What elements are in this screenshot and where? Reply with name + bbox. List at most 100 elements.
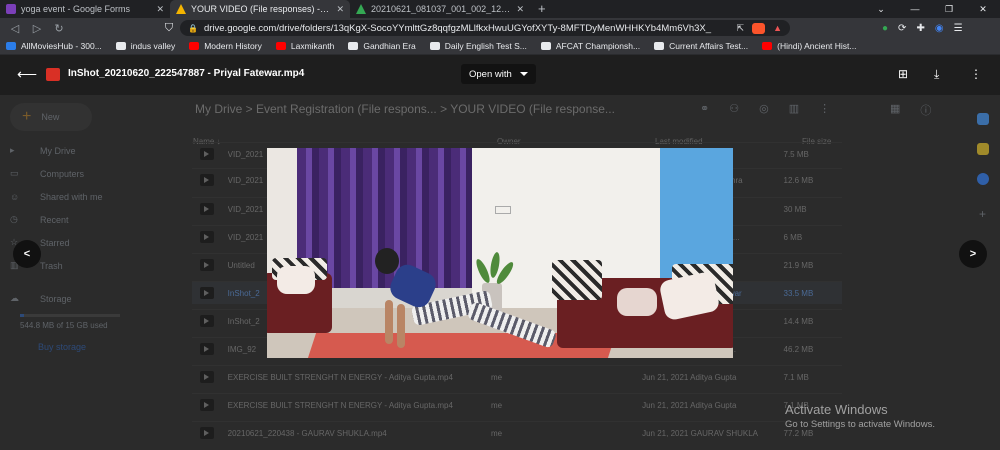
activate-windows-watermark: Activate Windows Go to Settings to activ… [785,402,935,430]
table-row[interactable]: 20210621_220438 - GAURAV SHUKLA.mp4 me Jun… [192,421,842,444]
new-button[interactable]: + New [10,103,92,131]
sidebar-item-my-drive[interactable]: ▸ My Drive [0,139,185,162]
grammarly-icon[interactable]: ● [882,23,888,34]
buy-storage-link[interactable]: Buy storage [38,342,185,352]
view-actions: ▦ ⓘ [890,102,931,118]
bookmark-icon [6,42,16,50]
rewards-icon[interactable]: ▲ [773,23,782,33]
video-file-icon [200,259,214,271]
bookmarks-bar: AllMoviesHub - 300... indus valley Moder… [0,38,1000,55]
add-person-icon[interactable]: ⚇ [729,102,739,115]
trash-icon[interactable]: ▥ [789,102,799,115]
bookmark-item[interactable]: Current Affairs Test... [654,41,748,51]
tab-search-icon[interactable]: ⌄ [864,4,898,15]
lock-icon: 🔒 [188,23,198,33]
tab-strip: yoga event - Google Forms ✕ YOUR VIDEO (… [0,0,1000,18]
sidebar-item-recent[interactable]: ◷ Recent [0,208,185,231]
tasks-icon[interactable] [976,173,989,185]
storage-bar [20,314,120,317]
open-with-button[interactable]: Open with [461,64,536,84]
browser-toolbar: ◁ ▷ ↻ ⛉ 🔒 drive.google.com/drive/folders… [0,18,1000,38]
bookmark-item[interactable]: indus valley [115,41,175,51]
youtube-icon [189,42,200,50]
bookmark-item[interactable]: Laxmikanth [275,41,334,51]
video-file-icon [200,148,214,160]
new-tab-button[interactable]: + [530,0,554,18]
close-window-icon[interactable]: ✕ [966,4,1000,15]
window-controls: ⌄ — ❐ ✕ [864,0,1000,18]
back-icon[interactable]: ◁ [4,22,26,35]
tab-your-video[interactable]: YOUR VIDEO (File responses) - Go ✕ [170,0,350,18]
forward-icon[interactable]: ▷ [26,22,48,35]
extensions-icon[interactable]: ✚ [916,23,924,34]
bookmark-item[interactable]: Modern History [189,41,262,51]
link-icon[interactable]: ⚭ [700,102,709,115]
profile-icon[interactable]: ◉ [935,23,944,34]
youtube-icon [762,42,773,50]
menu-icon[interactable]: ☰ [954,23,963,34]
tab-title: YOUR VIDEO (File responses) - Go [191,4,331,14]
bookmark-item[interactable]: AFCAT Championsh... [540,41,640,51]
chevron-down-icon [519,72,528,76]
sidebar-item-shared[interactable]: ☺ Shared with me [0,185,185,208]
info-icon[interactable]: ⓘ [920,102,931,118]
video-file-icon [200,427,214,439]
tab-title: yoga event - Google Forms [21,4,131,14]
video-file-icon [200,287,214,299]
tab-video-file[interactable]: 20210621_081037_001_002_1280x720 ✕ [350,0,530,18]
bookmark-star-icon[interactable]: ⛉ [158,22,180,35]
sidebar-item-computers[interactable]: ▭ Computers [0,162,185,185]
video-player[interactable] [267,148,733,358]
download-icon[interactable]: ⤓ [934,67,939,82]
minimize-icon[interactable]: — [898,4,932,14]
reload-icon[interactable]: ↻ [48,22,70,35]
address-bar[interactable]: 🔒 drive.google.com/drive/folders/13qKgX-… [180,20,790,36]
side-panel-rail: + [965,95,1000,221]
people-icon: ☺ [10,191,20,202]
bookmark-icon [654,42,665,50]
bookmark-item[interactable]: AllMoviesHub - 300... [6,41,102,51]
screen: yoga event - Google Forms ✕ YOUR VIDEO (… [0,0,1000,450]
bookmark-item[interactable]: Gandhian Era [348,41,416,51]
url-text: drive.google.com/drive/folders/13qKgX-So… [203,22,712,34]
extensions-area: ● ⟳ ✚ ◉ ☰ [882,21,963,35]
grid-view-icon[interactable]: ▦ [890,102,900,118]
sync-icon[interactable]: ⟳ [898,23,906,34]
breadcrumb[interactable]: My Drive > Event Registration (File resp… [195,102,615,116]
close-icon[interactable]: ✕ [150,4,164,15]
add-comment-icon[interactable]: ⊞ [898,67,908,81]
drive-icon [176,4,186,14]
video-file-icon [200,315,214,327]
close-icon[interactable]: ✕ [510,4,524,15]
preview-header: ⟵ InShot_20210620_222547887 - Priyal Fat… [0,55,1000,95]
video-file-icon [200,343,214,355]
bookmark-item[interactable]: (Hindi) Ancient Hist... [762,41,857,51]
keep-icon[interactable] [976,143,989,155]
previous-file-button[interactable]: < [13,240,41,268]
chevron-right-icon: > [969,248,977,260]
back-arrow-icon[interactable]: ⟵ [17,66,37,83]
restore-icon[interactable]: ❐ [932,4,966,15]
video-file-icon [200,371,214,383]
cloud-icon: ☁ [10,293,19,303]
next-file-button[interactable]: > [959,240,987,268]
bookmark-icon [115,42,126,50]
drive-icon [356,4,366,14]
calendar-icon[interactable] [976,113,989,125]
close-icon[interactable]: ✕ [330,4,344,15]
youtube-icon [275,42,286,50]
preview-eye-icon[interactable]: ◎ [759,102,769,115]
tab-google-forms[interactable]: yoga event - Google Forms ✕ [0,0,170,18]
more-vert-icon[interactable]: ⋮ [970,67,982,81]
sidebar-item-storage[interactable]: ☁ Storage [0,287,185,310]
bookmark-item[interactable]: Daily English Test S... [429,41,527,51]
add-addon-icon[interactable]: + [965,207,1000,221]
table-row[interactable]: EXERCISE BUILT STRENGHT N ENERGY - Adity… [192,393,842,416]
drive-icon: ▸ [10,145,15,155]
more-vert-icon[interactable]: ⋮ [819,102,830,115]
brave-shield-icon[interactable] [752,22,766,34]
table-row[interactable]: EXERCISE BUILT STRENGHT N ENERGY - Adity… [192,365,842,388]
storage-used-text: 544.8 MB of 15 GB used [20,321,108,330]
forms-icon [6,4,16,14]
share-icon[interactable]: ⇱ [737,23,745,34]
